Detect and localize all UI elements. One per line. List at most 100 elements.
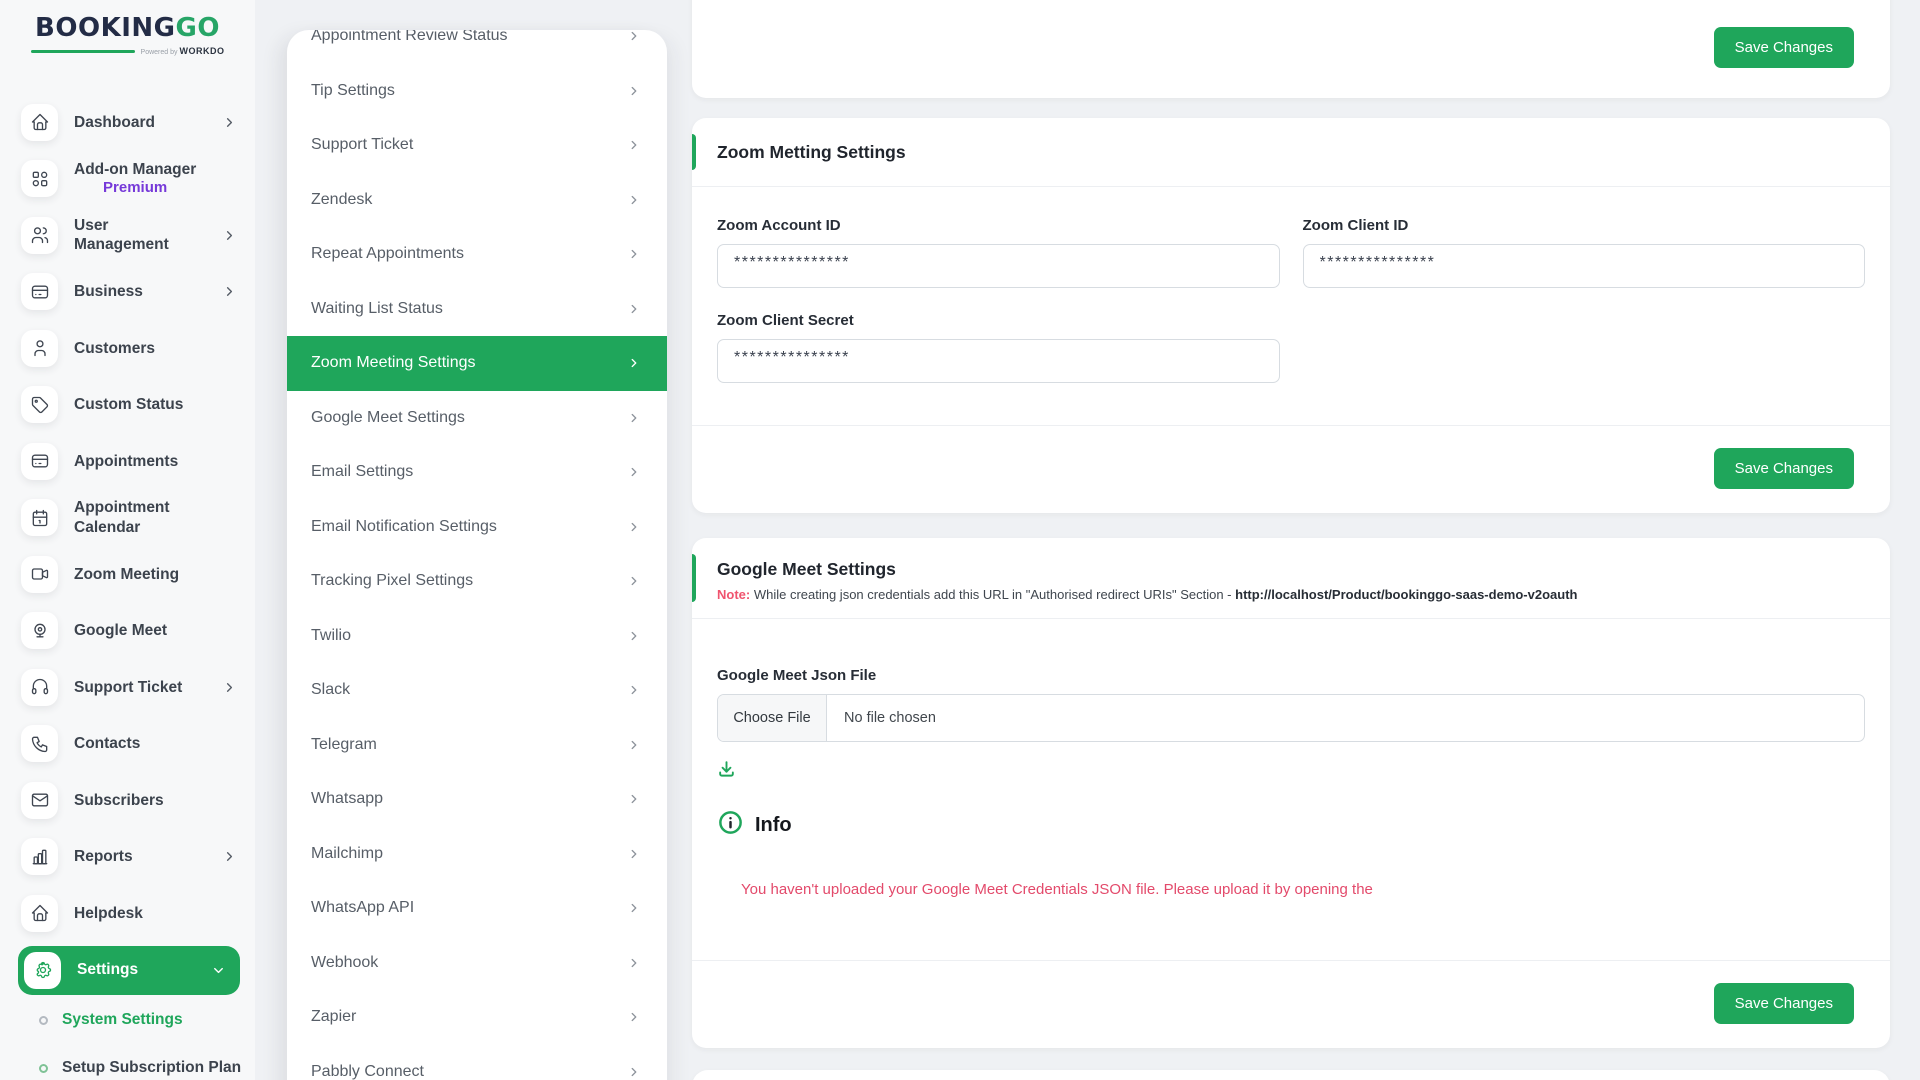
- apps-icon: [21, 160, 58, 197]
- sidebar-item-dashboard[interactable]: Dashboard: [0, 94, 255, 151]
- sidebar-item-user-management[interactable]: User Management: [0, 207, 255, 264]
- settings-menu-item-support-ticket[interactable]: Support Ticket: [287, 118, 667, 173]
- settings-menu-item-zapier[interactable]: Zapier: [287, 990, 667, 1045]
- no-file-chosen-label: No file chosen: [827, 695, 936, 741]
- zoom-settings-footer: Save Changes: [692, 425, 1890, 513]
- sidebar-item-zoom-meeting[interactable]: Zoom Meeting: [0, 546, 255, 603]
- settings-menu-item-label: Slack: [311, 681, 350, 699]
- settings-menu-item-label: Pabbly Connect: [311, 1063, 424, 1080]
- settings-menu-item-email-notification-settings[interactable]: Email Notification Settings: [287, 500, 667, 555]
- settings-menu-item-tip-settings[interactable]: Tip Settings: [287, 64, 667, 119]
- sidebar-item-label: Support Ticket: [74, 678, 182, 697]
- info-title: Info: [755, 814, 792, 837]
- home-icon: [21, 895, 58, 932]
- sidebar-item-contacts[interactable]: Contacts: [0, 716, 255, 773]
- download-credentials-link[interactable]: [717, 759, 1865, 783]
- settings-menu-item-label: Webhook: [311, 954, 378, 972]
- settings-menu-item-label: Zendesk: [311, 191, 372, 209]
- sidebar-subitem-setup-subscription-plan[interactable]: Setup Subscription Plan: [0, 1044, 255, 1080]
- settings-menu-item-appointment-review-status[interactable]: Appointment Review Status: [287, 30, 667, 64]
- settings-menu-item-pabbly-connect[interactable]: Pabbly Connect: [287, 1045, 667, 1080]
- sidebar-item-subscribers[interactable]: Subscribers: [0, 772, 255, 829]
- sidebar-item-appointments[interactable]: Appointments: [0, 433, 255, 490]
- google-meet-json-file-input[interactable]: Choose File No file chosen: [717, 694, 1865, 742]
- settings-menu-item-label: Zoom Meeting Settings: [311, 354, 476, 372]
- headset-icon: [21, 669, 58, 706]
- brand-tagline: Powered by WORKDO: [0, 46, 255, 56]
- sidebar-item-label: Contacts: [74, 734, 140, 753]
- sidebar-subitem-label: Setup Subscription Plan: [62, 1059, 241, 1077]
- mail-icon: [21, 782, 58, 819]
- save-changes-button-top[interactable]: Save Changes: [1714, 27, 1854, 68]
- sidebar-item-label: Google Meet: [74, 621, 167, 640]
- settings-menu-item-telegram[interactable]: Telegram: [287, 718, 667, 773]
- chevron-right-icon: [627, 465, 641, 479]
- settings-menu-item-mailchimp[interactable]: Mailchimp: [287, 827, 667, 882]
- sidebar-item-custom-status[interactable]: Custom Status: [0, 377, 255, 434]
- settings-menu-item-tracking-pixel-settings[interactable]: Tracking Pixel Settings: [287, 554, 667, 609]
- chevron-right-icon: [627, 411, 641, 425]
- settings-menu-item-whatsapp[interactable]: Whatsapp: [287, 772, 667, 827]
- choose-file-button[interactable]: Choose File: [718, 695, 827, 741]
- chevron-down-icon: [211, 963, 226, 978]
- settings-menu-item-repeat-appointments[interactable]: Repeat Appointments: [287, 227, 667, 282]
- zoom-client-secret-label: Zoom Client Secret: [717, 312, 1280, 330]
- google-meet-card: Google Meet Settings Note: While creatin…: [692, 538, 1890, 1048]
- sidebar-item-appointment-calendar[interactable]: Appointment Calendar: [0, 490, 255, 547]
- zoom-settings-header: Zoom Metting Settings: [692, 118, 1890, 187]
- video-icon: [21, 556, 58, 593]
- settings-menu-item-label: Email Settings: [311, 463, 413, 481]
- chevron-right-icon: [627, 1010, 641, 1024]
- settings-menu-item-slack[interactable]: Slack: [287, 663, 667, 718]
- settings-menu-item-label: Appointment Review Status: [311, 30, 508, 45]
- sidebar-item-customers[interactable]: Customers: [0, 320, 255, 377]
- save-changes-button-zoom[interactable]: Save Changes: [1714, 448, 1854, 489]
- settings-menu-item-waiting-list-status[interactable]: Waiting List Status: [287, 282, 667, 337]
- settings-menu-item-label: WhatsApp API: [311, 899, 414, 917]
- card-partial-bottom: [692, 1070, 1890, 1080]
- settings-menu-item-label: Tip Settings: [311, 82, 395, 100]
- sidebar-item-reports[interactable]: Reports: [0, 829, 255, 886]
- settings-menu-item-whatsapp-api[interactable]: WhatsApp API: [287, 881, 667, 936]
- chevron-right-icon: [627, 629, 641, 643]
- sidebar-item-label: Business: [74, 282, 143, 301]
- zoom-client-secret-input[interactable]: [717, 339, 1280, 383]
- sidebar-item-helpdesk[interactable]: Helpdesk: [0, 885, 255, 942]
- save-changes-button-google[interactable]: Save Changes: [1714, 983, 1854, 1024]
- sidebar-item-google-meet[interactable]: Google Meet: [0, 603, 255, 660]
- chevron-right-icon: [627, 138, 641, 152]
- google-meet-footer: Save Changes: [692, 960, 1890, 1048]
- sidebar-item-add-on-manager[interactable]: Add-on ManagerPremium: [0, 151, 255, 208]
- premium-badge: Premium: [74, 179, 196, 198]
- sidebar-item-support-ticket[interactable]: Support Ticket: [0, 659, 255, 716]
- settings-menu-item-zoom-meeting-settings[interactable]: Zoom Meeting Settings: [287, 336, 667, 391]
- zoom-client-id-label: Zoom Client ID: [1303, 217, 1866, 235]
- sidebar-item-label: Customers: [74, 339, 155, 358]
- sidebar-item-business[interactable]: Business: [0, 264, 255, 321]
- bullet-icon: [39, 1016, 48, 1025]
- chevron-right-icon: [222, 680, 237, 695]
- zoom-client-id-input[interactable]: [1303, 244, 1866, 288]
- calendar-icon: [21, 499, 58, 536]
- settings-menu-item-google-meet-settings[interactable]: Google Meet Settings: [287, 391, 667, 446]
- settings-menu-item-webhook[interactable]: Webhook: [287, 936, 667, 991]
- zoom-settings-title: Zoom Metting Settings: [717, 140, 1865, 164]
- google-meet-note: Note: While creating json credentials ad…: [717, 586, 1865, 603]
- brand-logo[interactable]: BOOKINGGO Powered by WORKDO: [0, 13, 255, 56]
- settings-menu-item-zendesk[interactable]: Zendesk: [287, 173, 667, 228]
- settings-menu-item-label: Google Meet Settings: [311, 409, 465, 427]
- sidebar-item-label: Helpdesk: [74, 904, 143, 923]
- sidebar-item-settings[interactable]: Settings: [18, 946, 240, 995]
- sidebar-item-label: Subscribers: [74, 791, 164, 810]
- chevron-right-icon: [222, 115, 237, 130]
- user-icon: [21, 330, 58, 367]
- settings-menu-item-email-settings[interactable]: Email Settings: [287, 445, 667, 500]
- note-url: http://localhost/Product/bookinggo-saas-…: [1235, 587, 1577, 602]
- main-content: Save Changes Zoom Metting Settings Zoom …: [692, 0, 1890, 1080]
- google-meet-body: Google Meet Json File Choose File No fil…: [692, 619, 1890, 960]
- sidebar-subitem-system-settings[interactable]: System Settings: [0, 996, 255, 1044]
- chevron-right-icon: [222, 228, 237, 243]
- gear-icon: [24, 952, 61, 989]
- settings-menu-item-twilio[interactable]: Twilio: [287, 609, 667, 664]
- zoom-account-id-input[interactable]: [717, 244, 1280, 288]
